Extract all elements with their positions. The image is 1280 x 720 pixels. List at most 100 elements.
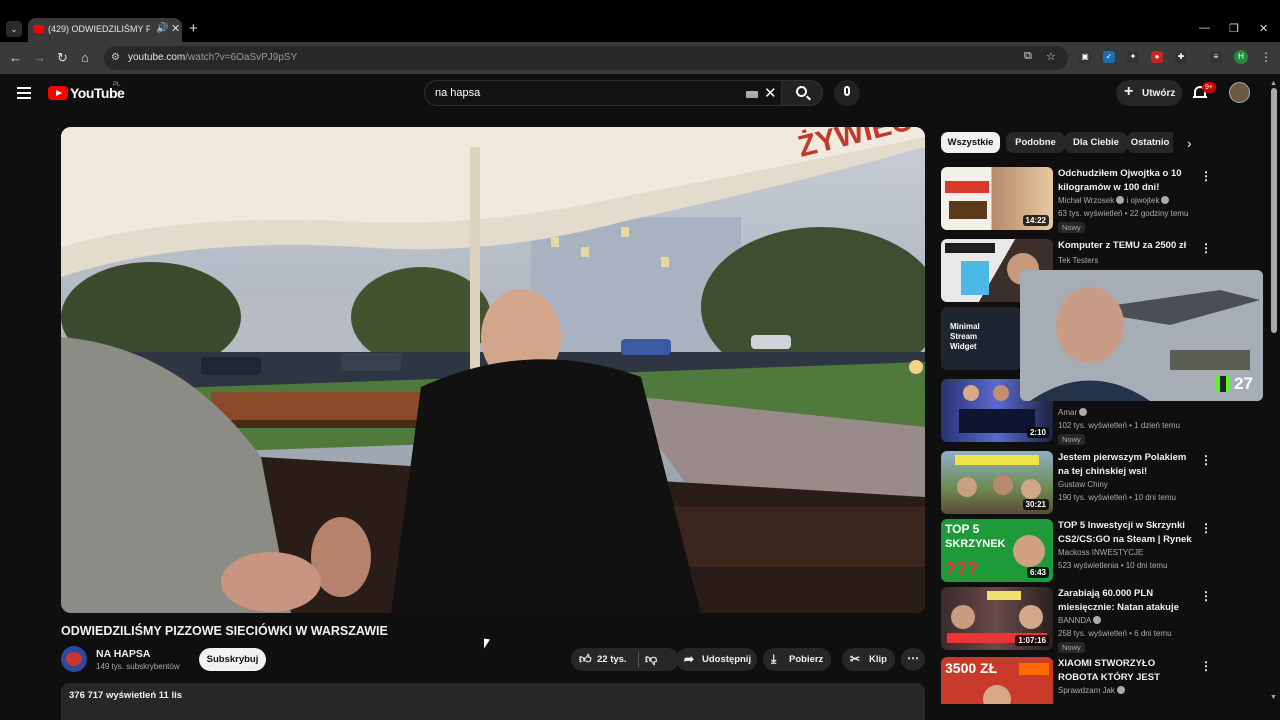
like-icon[interactable]: 👍︎ — [579, 652, 592, 666]
rec-menu-icon[interactable]: ⋮ — [1200, 453, 1212, 467]
rec-item[interactable]: 3500 ZŁ XIAOMI STWORZYŁO ROBOTA KTÓRY JE… — [941, 657, 1213, 704]
rec-item[interactable]: TOP 5 SKRZYNEK ??? 6:43 TOP 5 Inwestycji… — [941, 519, 1213, 585]
rec-thumbnail[interactable]: Minimal Stream Widget — [941, 307, 1021, 370]
share-button[interactable]: ➦ Udostępnij — [676, 648, 757, 671]
rec-thumbnail[interactable]: 14:22 — [941, 167, 1053, 230]
rec-title[interactable]: Komputer z TEMU za 2500 zł — [1058, 239, 1196, 253]
keyboard-icon[interactable] — [746, 91, 758, 98]
scroll-down-arrow[interactable]: ▼ — [1270, 694, 1277, 701]
forward-button[interactable]: → — [33, 50, 46, 66]
new-badge: Nowy — [1058, 222, 1085, 233]
browser-menu-icon[interactable]: ⋮ — [1260, 50, 1272, 64]
view-stats: 376 717 wyświetleń 11 lis — [69, 690, 183, 701]
rec-thumbnail[interactable]: 1:07:16 — [941, 587, 1053, 650]
video-player[interactable]: ŻYWIEC — [61, 127, 925, 613]
extension-icon-3[interactable]: ✦ — [1127, 51, 1139, 63]
rec-menu-icon[interactable]: ⋮ — [1200, 169, 1212, 183]
rec-item[interactable]: 14:22 Odchudziłem Ojwojtka o 10 kilogram… — [941, 167, 1213, 233]
rec-title[interactable]: Jestem pierwszym Polakiem na tej chiński… — [1058, 451, 1196, 478]
tab-search-button[interactable]: ⌄ — [6, 21, 22, 37]
new-badge: Nowy — [1058, 642, 1085, 653]
hamburger-menu-icon[interactable] — [17, 87, 31, 99]
address-bar[interactable]: ⚙ youtube.com/watch?v=6OaSvPJ9pSY ⧉ ☆ — [104, 46, 1068, 70]
scroll-up-arrow[interactable]: ▲ — [1270, 80, 1277, 87]
rec-menu-icon[interactable]: ⋮ — [1200, 589, 1212, 603]
extension-icon-4[interactable]: ● — [1151, 51, 1163, 63]
svg-text:???: ??? — [945, 559, 978, 579]
bookmark-star-icon[interactable]: ☆ — [1046, 50, 1056, 63]
back-button[interactable]: ← — [9, 50, 22, 66]
rec-thumbnail[interactable]: 30:21 — [941, 451, 1053, 514]
search-query-text: na hapsa — [435, 87, 481, 99]
rec-channel[interactable]: BANNDA — [1058, 616, 1102, 625]
subscribe-button[interactable]: Subskrybuj — [199, 648, 266, 671]
chip-recent[interactable]: Ostatnio — [1127, 132, 1173, 153]
browser-profile-avatar[interactable]: H — [1234, 50, 1248, 64]
window-close-button[interactable]: ✕ — [1259, 22, 1268, 35]
install-app-icon[interactable]: ⧉ — [1024, 50, 1032, 63]
rec-item[interactable]: 30:21 Jestem pierwszym Polakiem na tej c… — [941, 451, 1213, 517]
chip-for-you[interactable]: Dla Ciebie — [1065, 132, 1127, 153]
rec-menu-icon[interactable]: ⋮ — [1200, 241, 1212, 255]
search-input[interactable]: na hapsa ✕ — [424, 80, 782, 106]
search-icon — [796, 86, 807, 97]
rec-title[interactable]: Odchudziłem Ojwojtka o 10 kilogramów w 1… — [1058, 167, 1196, 194]
rec-channel[interactable]: Michał Wrzosek i ojwojtek — [1058, 196, 1170, 205]
speaker-icon[interactable]: 🔊 — [156, 23, 168, 34]
chevron-right-icon[interactable]: › — [1187, 136, 1192, 150]
description-box[interactable]: 376 717 wyświetleń 11 lis — [61, 683, 925, 720]
rec-title[interactable]: Zarabiają 60.000 PLN miesięcznie: Natan … — [1058, 587, 1196, 614]
extension-icon-2[interactable]: ✓ — [1103, 51, 1115, 63]
share-label: Udostępnij — [702, 654, 752, 665]
rec-thumbnail[interactable]: TOP 5 SKRZYNEK ??? 6:43 — [941, 519, 1053, 582]
browser-tab-strip: ⌄ (429) ODWIEDZILIŚMY PIZZ 🔊 ✕ + — ❐ ✕ — [0, 0, 1280, 42]
rec-channel[interactable]: Tek Testers — [1058, 256, 1098, 265]
tab-close-icon[interactable]: ✕ — [171, 22, 180, 35]
site-info-icon[interactable]: ⚙ — [111, 52, 123, 64]
browser-tab-active[interactable]: (429) ODWIEDZILIŚMY PIZZ 🔊 ✕ — [28, 18, 182, 42]
rec-channel[interactable]: Gustaw Chiny — [1058, 480, 1108, 489]
clear-search-icon[interactable]: ✕ — [764, 84, 777, 102]
video-frame: ŻYWIEC — [61, 127, 925, 613]
rec-title[interactable]: XIAOMI STWORZYŁO ROBOTA KTÓRY JEST LEPSZ… — [1058, 657, 1196, 684]
rec-meta: 523 wyświetlenia • 10 dni temu — [1058, 561, 1168, 570]
webcam-overlay: 27 — [1020, 270, 1263, 401]
rec-duration: 6:43 — [1026, 567, 1049, 578]
rec-meta: 102 tys. wyświetleń • 1 dzień temu — [1058, 421, 1180, 430]
notification-count-badge: 9+ — [1202, 82, 1216, 93]
download-button[interactable]: ⤓ Pobierz — [763, 648, 831, 671]
new-tab-button[interactable]: + — [189, 21, 198, 37]
minimize-button[interactable]: — — [1199, 22, 1210, 34]
youtube-logo-icon[interactable] — [48, 86, 68, 100]
maximize-button[interactable]: ❐ — [1229, 22, 1239, 35]
extensions-puzzle-icon[interactable]: ✚ — [1175, 51, 1187, 63]
voice-search-button[interactable] — [834, 80, 860, 106]
chip-all[interactable]: Wszystkie — [941, 132, 1000, 153]
recommendation-chips: Wszystkie Podobne Dla Ciebie Ostatnio — [941, 132, 1181, 154]
channel-name[interactable]: NA HAPSA — [96, 648, 150, 660]
rec-menu-icon[interactable]: ⋮ — [1200, 521, 1212, 535]
verified-icon — [1093, 616, 1102, 624]
account-avatar[interactable] — [1229, 82, 1250, 103]
like-count[interactable]: 22 tys. — [597, 654, 627, 665]
chip-similar[interactable]: Podobne — [1006, 132, 1065, 153]
reload-button[interactable]: ↻ — [57, 50, 68, 66]
scrollbar-thumb[interactable] — [1271, 88, 1277, 333]
home-button[interactable]: ⌂ — [81, 50, 89, 66]
rec-item[interactable]: 1:07:16 Zarabiają 60.000 PLN miesięcznie… — [941, 587, 1213, 653]
dislike-icon[interactable]: 👎︎ — [645, 652, 657, 666]
clip-button[interactable]: ✂ Klip — [842, 648, 895, 671]
rec-channel[interactable]: Sprawdzam Jak — [1058, 686, 1125, 695]
rec-title[interactable]: TOP 5 Inwestycji w Skrzynki CS2/CS:GO na… — [1058, 519, 1196, 546]
more-actions-button[interactable]: ⋯ — [901, 648, 925, 671]
rec-channel[interactable]: Amar — [1058, 408, 1088, 417]
subscriber-count: 149 tys. subskrybentów — [96, 662, 180, 671]
media-controls-icon[interactable]: ≡ — [1210, 51, 1222, 63]
rec-channel[interactable]: Mackoss INWESTYCJE — [1058, 548, 1143, 557]
search-button[interactable] — [781, 80, 823, 106]
create-button[interactable]: + Utwórz — [1116, 80, 1182, 106]
rec-thumbnail[interactable]: 3500 ZŁ — [941, 657, 1053, 704]
extension-icon-1[interactable]: ▣ — [1079, 51, 1091, 63]
rec-menu-icon[interactable]: ⋮ — [1200, 659, 1212, 673]
channel-avatar[interactable] — [61, 646, 87, 672]
